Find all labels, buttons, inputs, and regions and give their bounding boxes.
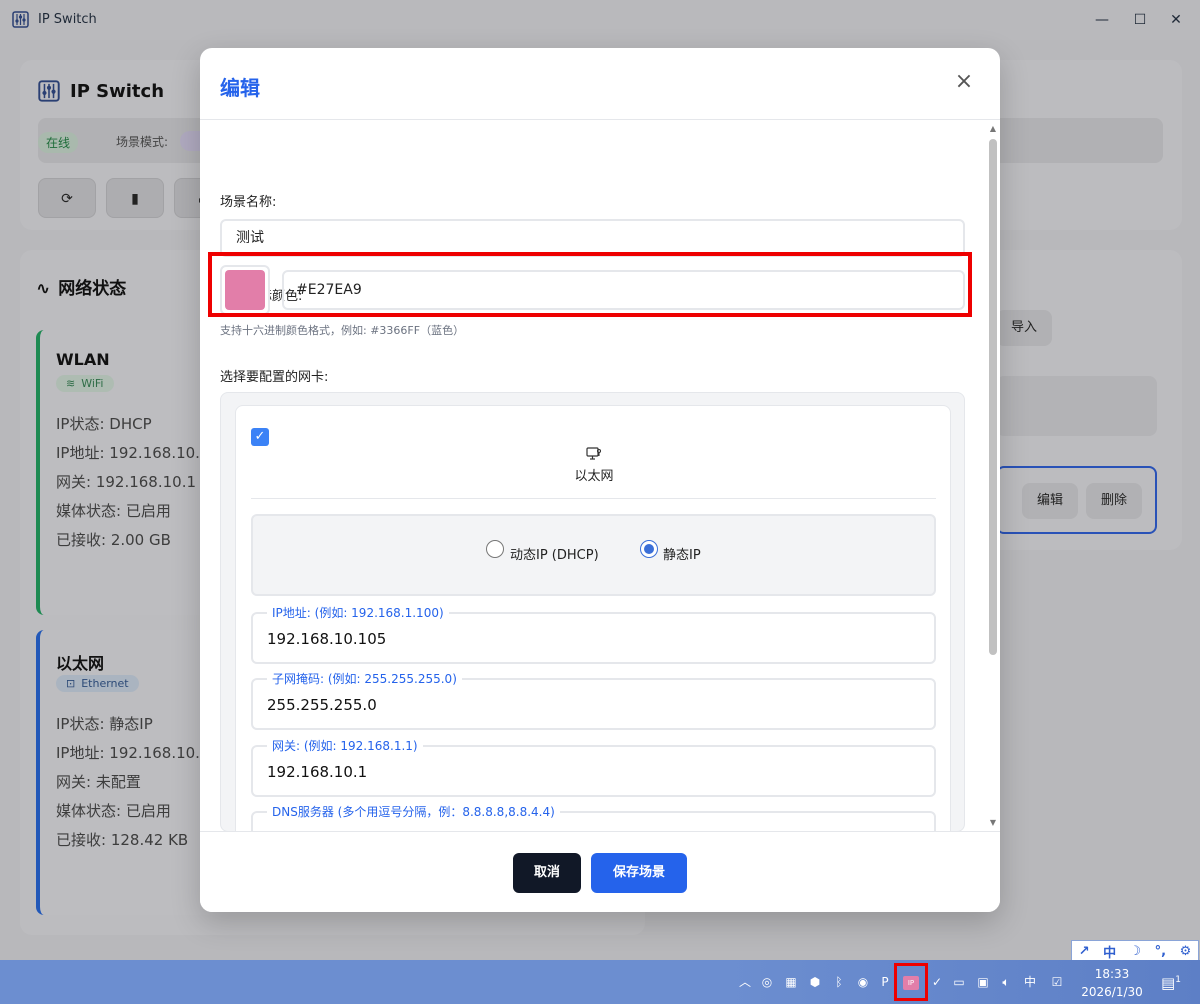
scene-name-label: 场景名称: [220,195,277,210]
app-header-title: IP Switch [38,80,164,102]
modal-title: 编辑 [220,76,260,100]
color-row-highlight [208,252,972,317]
dhcp-radio[interactable] [486,540,504,558]
static-ip-radio-label[interactable]: 静态IP [663,544,701,563]
taskbar: ︿ ◎ ▦ ⬢ ᛒ ◉ P ✓ ▭ ▣ 🔈︎ 中 ☑ [0,960,1200,1004]
ime-indicator[interactable]: 中 [1021,973,1039,991]
nic-name: 以太网 [574,469,614,484]
ip-address-field[interactable]: IP地址: (例如: 192.168.1.100) 192.168.10.105 [251,604,936,664]
window-title: IP Switch [38,12,97,27]
adapter-details: IP状态: DHCP IP地址: 192.168.10.25 网关: 192.1… [56,415,220,549]
maximize-button[interactable]: ☐ [1128,8,1152,32]
tray-app-icon[interactable]: ◎ [758,973,776,991]
save-scene-button[interactable]: 保存场景 [591,853,687,893]
battery-icon[interactable]: ▭ [950,973,968,991]
edit-scene-modal: 编辑 × 场景名称: 测试 托盘图标颜色: #E27EA9 支持十六进制颜色格式… [200,48,1000,912]
scene-delete-button[interactable]: 删除 [1086,483,1142,519]
tray-app-icon[interactable]: ⬢ [806,973,824,991]
ip-address-legend: IP地址: (例如: 192.168.1.100) [267,604,449,621]
app-logo-icon [38,80,60,102]
app-title-text: IP Switch [70,80,165,102]
tool-button-2[interactable]: ▮ [106,178,164,218]
modal-header: 编辑 × [200,48,1000,120]
ip-mode-selector: 动态IP (DHCP) 静态IP [251,514,936,596]
modal-footer: 取消 保存场景 [200,831,1000,912]
nic-card-ethernet: ✓ 以太网 动态IP (DHCP) 静态IP IP地址: (例如: 192.16… [235,405,951,863]
wifi-icon: ≋ [66,377,76,390]
wechat-icon[interactable]: ◉ [854,973,872,991]
punctuation-icon[interactable]: °, [1155,944,1166,959]
nic-checkbox[interactable]: ✓ [251,428,269,446]
clock-time: 18:33 [1094,967,1130,981]
adapter-name: 以太网 [56,654,105,673]
notification-count: 1 [1175,975,1181,985]
app-logo-icon [12,11,29,28]
checkbox-tray-icon[interactable]: ☑ [1048,973,1066,991]
subnet-mask-value[interactable]: 255.255.255.0 [267,696,377,714]
import-button[interactable]: 导入 [996,310,1052,346]
gateway-value[interactable]: 192.168.10.1 [267,763,367,781]
network-icon[interactable]: ▣ [974,973,992,991]
subnet-mask-legend: 子网掩码: (例如: 255.255.255.0) [267,670,462,687]
tray-app-icon[interactable]: ✓ [928,973,946,991]
ip-switch-tray-badge: IP [903,976,919,990]
subnet-mask-field[interactable]: 子网掩码: (例如: 255.255.255.0) 255.255.255.0 [251,670,936,730]
chevron-up-icon[interactable]: ︿ [736,973,754,991]
tray-app-icon[interactable]: ▦ [782,973,800,991]
refresh-button[interactable]: ⟳ [38,178,96,218]
ip-address-value[interactable]: 192.168.10.105 [267,630,386,648]
cancel-button[interactable]: 取消 [513,853,581,893]
ime-logo-icon[interactable]: ↗ [1079,944,1090,959]
scene-edit-button[interactable]: 编辑 [1022,483,1078,519]
modal-scrollbar[interactable]: ▲ ▼ [986,124,998,830]
adapter-details: IP状态: 静态IP IP地址: 192.168.10.10 网关: 未配置 媒… [56,715,220,849]
online-status-badge: 在线 [38,132,79,153]
window-titlebar: IP Switch — ☐ ✕ [0,0,1200,40]
scene-info-box [996,376,1157,436]
color-format-hint: 支持十六进制颜色格式，例如: #3366FF（蓝色） [220,324,465,337]
clock-date: 2026/1/30 [1081,985,1143,999]
scroll-down-arrow-icon[interactable]: ▼ [988,818,998,828]
tray-app-icon[interactable]: P [876,973,894,991]
ethernet-icon: ⊡ [66,677,76,690]
nic-list: ✓ 以太网 动态IP (DHCP) 静态IP IP地址: (例如: 192.16… [220,392,965,863]
taskbar-clock[interactable]: 18:33 2026/1/30 [1076,965,1148,1001]
nic-select-label: 选择要配置的网卡: [220,370,329,385]
volume-icon[interactable]: 🔈︎ [997,973,1015,991]
window-close-button[interactable]: ✕ [1164,8,1188,32]
moon-icon[interactable]: ☽ [1130,944,1142,959]
adapter-type-badge: ≋ WiFi [56,375,114,392]
gateway-legend: 网关: (例如: 192.168.1.1) [267,737,423,754]
network-status-title: ∿ 网络状态 [36,279,127,299]
dns-legend: DNS服务器 (多个用逗号分隔，例：8.8.8.8,8.8.4.4) [267,803,560,820]
scroll-up-arrow-icon[interactable]: ▲ [988,124,998,134]
pulse-icon: ∿ [36,279,51,299]
minimize-button[interactable]: — [1090,8,1114,32]
adapter-name: WLAN [56,350,110,369]
ethernet-icon [586,447,602,460]
dhcp-radio-label[interactable]: 动态IP (DHCP) [510,544,599,563]
scene-mode-label: 场景模式: [116,135,169,149]
scroll-thumb[interactable] [989,139,997,655]
gear-icon[interactable]: ⚙ [1180,944,1192,959]
static-ip-radio[interactable] [640,540,658,558]
ime-mode[interactable]: 中 [1103,942,1116,961]
ime-toolbar[interactable]: ↗ 中 ☽ °, ⚙ [1071,940,1199,962]
ip-switch-tray-icon[interactable]: IP [894,963,928,1001]
tray-app-icon[interactable]: ᛒ [830,973,848,991]
divider [251,498,936,499]
close-icon[interactable]: × [952,70,976,94]
notification-icon[interactable]: ▤1 [1160,974,1182,994]
adapter-type-badge: ⊡ Ethernet [56,675,139,692]
gateway-field[interactable]: 网关: (例如: 192.168.1.1) 192.168.10.1 [251,737,936,797]
